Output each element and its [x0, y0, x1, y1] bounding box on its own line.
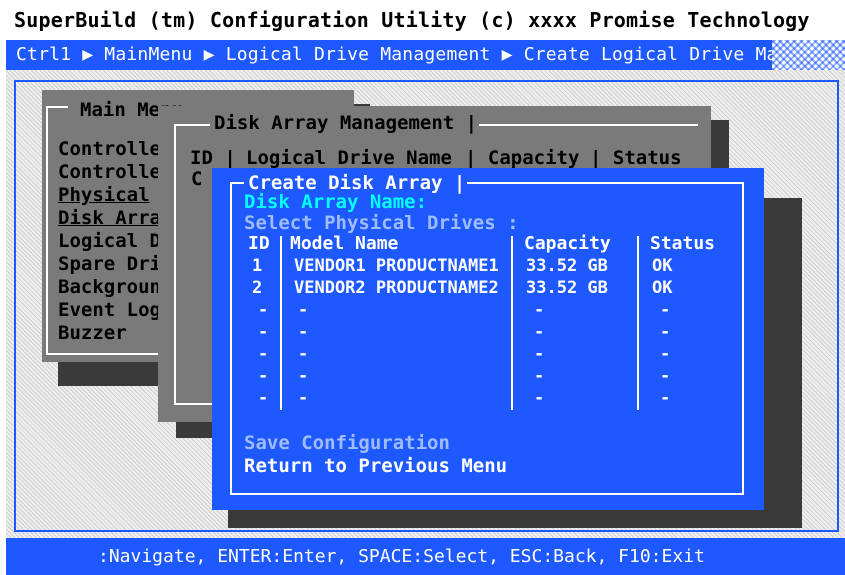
- cell-status: -: [660, 300, 671, 320]
- cell-status: OK: [652, 278, 673, 298]
- cell-status: -: [660, 322, 671, 342]
- cda-header-status: Status: [650, 233, 716, 254]
- cell-capacity: -: [534, 322, 545, 342]
- cell-model: -: [298, 322, 309, 342]
- cell-status: -: [660, 388, 671, 408]
- dam-row-fragment: C: [191, 168, 203, 190]
- menu-item-physical[interactable]: Physical: [58, 184, 150, 206]
- breadcrumb-text: Ctrl1 ▶ MainMenu ▶ Logical Drive Managem…: [16, 44, 845, 65]
- cell-model: -: [298, 300, 309, 320]
- dam-header-capacity: | Capacity: [465, 147, 580, 169]
- cell-status: -: [660, 366, 671, 386]
- cell-capacity: -: [534, 366, 545, 386]
- menu-item-controller-2[interactable]: Controlle: [58, 161, 161, 183]
- cell-id: -: [258, 300, 269, 320]
- cell-model: -: [298, 344, 309, 364]
- cell-id: -: [258, 322, 269, 342]
- menu-item-background[interactable]: Backgroun: [58, 276, 161, 298]
- save-configuration-button[interactable]: Save Configuration: [244, 432, 450, 454]
- breadcrumb: Ctrl1 ▶ MainMenu ▶ Logical Drive Managem…: [6, 40, 845, 70]
- cell-id: -: [258, 344, 269, 364]
- menu-item-disk-array[interactable]: Disk Arra: [58, 207, 161, 229]
- title-bar: SuperBuild (tm) Configuration Utility (c…: [0, 0, 845, 40]
- key-help-text: :Navigate, ENTER:Enter, SPACE:Select, ES…: [98, 546, 705, 567]
- cda-header-id: ID: [248, 233, 270, 254]
- cell-model: VENDOR2 PRODUCTNAME2: [294, 278, 499, 298]
- cell-model: -: [298, 366, 309, 386]
- cell-capacity: 33.52 GB: [526, 256, 608, 276]
- cell-capacity: -: [534, 300, 545, 320]
- disk-array-mgmt-title: Disk Array Management |: [212, 112, 480, 134]
- cell-status: OK: [652, 256, 673, 276]
- cda-header-capacity: Capacity: [524, 233, 611, 254]
- return-previous-menu-button[interactable]: Return to Previous Menu: [244, 455, 507, 477]
- breadcrumb-pattern: [772, 40, 845, 70]
- select-physical-drives-label: Select Physical Drives :: [244, 212, 519, 234]
- cell-model: -: [298, 388, 309, 408]
- dam-header-name: Logical Drive Name: [246, 147, 452, 169]
- menu-item-spare[interactable]: Spare Dri: [58, 253, 161, 275]
- dam-header-status: | Status: [590, 147, 682, 169]
- menu-item-event-log[interactable]: Event Log: [58, 299, 161, 321]
- cell-capacity: -: [534, 388, 545, 408]
- cell-id: -: [258, 366, 269, 386]
- status-bar: :Navigate, ENTER:Enter, SPACE:Select, ES…: [6, 538, 845, 575]
- cell-id: 2: [252, 278, 263, 298]
- cell-capacity: 33.52 GB: [526, 278, 608, 298]
- cell-capacity: -: [534, 344, 545, 364]
- dam-header-id: ID |: [190, 147, 236, 169]
- cell-model: VENDOR1 PRODUCTNAME1: [294, 256, 499, 276]
- app-title: SuperBuild (tm) Configuration Utility (c…: [14, 8, 810, 32]
- disk-array-name-field[interactable]: Disk Array Name:: [244, 191, 427, 213]
- cell-id: -: [258, 388, 269, 408]
- menu-item-controller-1[interactable]: Controlle: [58, 138, 161, 160]
- cell-id: 1: [252, 256, 263, 276]
- menu-item-buzzer[interactable]: Buzzer: [58, 322, 127, 344]
- cell-status: -: [660, 344, 671, 364]
- menu-item-logical[interactable]: Logical D: [58, 230, 161, 252]
- cda-header-model: Model Name: [290, 233, 399, 254]
